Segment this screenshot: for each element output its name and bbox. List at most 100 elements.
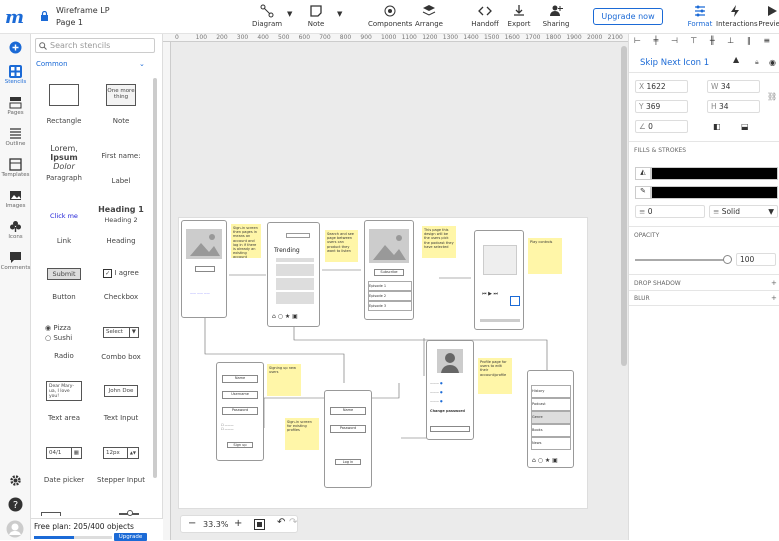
fill-bucket-icon[interactable]: ◭ xyxy=(635,167,651,180)
zoom-controls: − 33.3% + ↶ ↷ xyxy=(180,515,298,533)
stroke-style-select[interactable]: ≡ Solid ▼ xyxy=(709,205,778,218)
diagram-button[interactable]: Diagram xyxy=(252,4,282,28)
note-dropdown-icon[interactable]: ▼ xyxy=(337,10,342,18)
upgrade-now-button[interactable]: Upgrade now xyxy=(593,8,663,25)
visibility-eye-icon[interactable]: ◉ xyxy=(769,58,776,67)
opacity-slider-track[interactable] xyxy=(635,259,727,261)
align-bottom-icon[interactable]: ⊥ xyxy=(727,36,734,45)
components-icon xyxy=(384,5,396,17)
wireframe-artboard[interactable]: —— —— —— Sign-in screen then pages in me… xyxy=(178,217,588,509)
rotation-field[interactable]: ∠ 0 xyxy=(635,120,688,133)
align-middle-icon[interactable]: ╫ xyxy=(710,36,715,45)
zoom-out-button[interactable]: − xyxy=(188,518,196,529)
settings-gear-icon[interactable] xyxy=(9,474,22,487)
align-top-icon[interactable]: ⊤ xyxy=(690,36,697,45)
wireframe-phone-profile[interactable]: ——— ● ——— ● ——— ● Change password xyxy=(426,340,474,440)
rail-stencils[interactable]: Stencils xyxy=(0,65,31,85)
selected-skip-next-icon[interactable] xyxy=(510,296,520,306)
stroke-color-swatch[interactable] xyxy=(651,186,778,199)
fit-screen-icon[interactable] xyxy=(254,519,265,530)
height-field[interactable]: H 34 xyxy=(707,100,760,113)
tab-preview[interactable]: Preview xyxy=(757,4,779,28)
undo-icon[interactable]: ↶ xyxy=(277,517,285,528)
stencil-search-box[interactable]: Search stencils xyxy=(35,38,155,53)
stencil-partial-preview xyxy=(41,512,61,516)
zoom-in-button[interactable]: + xyxy=(234,518,242,529)
align-left-icon[interactable]: ⊢ xyxy=(634,36,641,45)
rail-pages[interactable]: Pages xyxy=(0,96,31,116)
rail-comments[interactable]: Comments xyxy=(0,251,31,271)
distribute-v-icon[interactable]: ≡ xyxy=(763,36,770,45)
add-shadow-icon[interactable]: + xyxy=(771,279,777,287)
sharing-button[interactable]: Sharing xyxy=(541,4,571,28)
ruler-tick-label: 1000 xyxy=(381,34,397,41)
add-button[interactable] xyxy=(0,41,31,55)
flip-vertical-icon[interactable]: ⬓ xyxy=(741,122,749,131)
diagram-dropdown-icon[interactable]: ▼ xyxy=(287,10,292,18)
rail-templates[interactable]: Templates xyxy=(0,158,31,178)
add-blur-icon[interactable]: + xyxy=(771,294,777,302)
app-logo[interactable]: m xyxy=(5,7,27,28)
redo-icon[interactable]: ↷ xyxy=(289,517,297,528)
zoom-level[interactable]: 33.3% xyxy=(203,520,228,529)
wf-toggle-list: ——— ● ——— ● ——— ● xyxy=(430,381,443,403)
aspect-lock-icon[interactable]: ⛓︎ xyxy=(767,92,777,101)
wireframe-phone-signup[interactable]: Name Username Password ☐ ——— ☐ ——— Sign u… xyxy=(216,362,264,461)
y-field-label: Y xyxy=(639,102,644,111)
checkbox-preview: ✓ I agree xyxy=(88,266,154,280)
align-center-icon[interactable]: ╪ xyxy=(654,36,659,45)
tab-interactions[interactable]: Interactions xyxy=(716,4,758,28)
stroke-pen-icon[interactable]: ✎ xyxy=(635,186,651,199)
stencil-checkbox[interactable]: ✓ I agree Checkbox xyxy=(88,266,154,301)
canvas-vertical-scrollbar[interactable] xyxy=(621,46,627,366)
element-name[interactable]: Skip Next Icon 1 xyxy=(640,58,709,68)
handoff-button[interactable]: Handoff xyxy=(470,4,500,28)
stencil-combobox[interactable]: Select ▼ Combo box xyxy=(88,323,154,361)
category-collapse-icon[interactable]: ⌄ xyxy=(139,60,145,68)
rail-outline[interactable]: Outline xyxy=(0,127,31,147)
help-icon[interactable]: ? xyxy=(8,497,23,512)
stencil-heading[interactable]: Heading 1 Heading 2 Heading xyxy=(88,204,154,245)
tab-format[interactable]: Format xyxy=(686,4,714,28)
wireframe-phone-login[interactable]: Name Password Log in xyxy=(324,390,372,488)
stencil-stepper[interactable]: 12px ▲▼ Stepper Input xyxy=(88,447,154,484)
wireframe-phone-podcast[interactable]: Subscribe Episode 1 Episode 2 Episode 3 xyxy=(364,220,414,320)
fill-color-swatch[interactable] xyxy=(651,167,778,180)
wireframe-phone-search[interactable]: Trending ⌂ ○ ★ ▣ xyxy=(267,222,320,327)
rail-icons[interactable]: Icons xyxy=(0,220,31,240)
components-button[interactable]: Components xyxy=(368,4,412,28)
y-field[interactable]: Y 369 xyxy=(635,100,688,113)
lock-element-icon[interactable]: 🔒︎ xyxy=(755,58,759,67)
x-field[interactable]: X 1622 xyxy=(635,80,688,93)
width-field[interactable]: W 34 xyxy=(707,80,760,93)
x-field-label: X xyxy=(639,82,645,91)
canvas-area[interactable]: 0 100 200 300 400 500 600 700 800 900 1000 1100 1200… xyxy=(163,34,628,540)
page-name[interactable]: Page 1 xyxy=(56,18,83,27)
arrange-button[interactable]: Arrange xyxy=(413,4,445,28)
stencil-category[interactable]: Common xyxy=(36,60,68,68)
flip-horizontal-icon[interactable]: ◧ xyxy=(713,122,721,131)
wireframe-phone-player[interactable]: ⏮ ▶ ⏭ xyxy=(474,230,524,330)
sticky-note: Sign-in screen then pages in means an ac… xyxy=(231,224,261,259)
document-title[interactable]: Wireframe LP xyxy=(56,6,110,15)
user-avatar-icon[interactable] xyxy=(6,520,24,538)
wireframe-phone-signin[interactable]: —— —— —— xyxy=(181,220,227,318)
drop-shadow-heading[interactable]: DROP SHADOW xyxy=(634,280,681,287)
divider xyxy=(629,72,779,73)
blur-heading[interactable]: BLUR xyxy=(634,295,650,302)
search-icon xyxy=(39,42,47,50)
rail-images[interactable]: Images xyxy=(0,189,31,209)
distribute-h-icon[interactable]: ∥ xyxy=(747,36,751,45)
lock-icon[interactable] xyxy=(40,11,49,21)
stencil-note[interactable]: One more thing Note xyxy=(88,84,154,125)
wireframe-phone-genres[interactable]: History Podcast Genre Books News ⌂ ○ ★ ▣ xyxy=(527,370,574,468)
note-button[interactable]: Note xyxy=(302,4,330,28)
stencil-textinput[interactable]: John Doe Text Input xyxy=(88,381,154,422)
stencil-label-item[interactable]: First name: Label xyxy=(88,144,154,185)
export-button[interactable]: Export xyxy=(505,4,533,28)
opacity-slider-knob[interactable] xyxy=(723,255,732,264)
align-right-icon[interactable]: ⊣ xyxy=(671,36,678,45)
divider xyxy=(629,141,779,142)
stroke-width-field[interactable]: ≡ 0 xyxy=(635,205,705,218)
opacity-field[interactable]: 100 xyxy=(736,253,776,266)
